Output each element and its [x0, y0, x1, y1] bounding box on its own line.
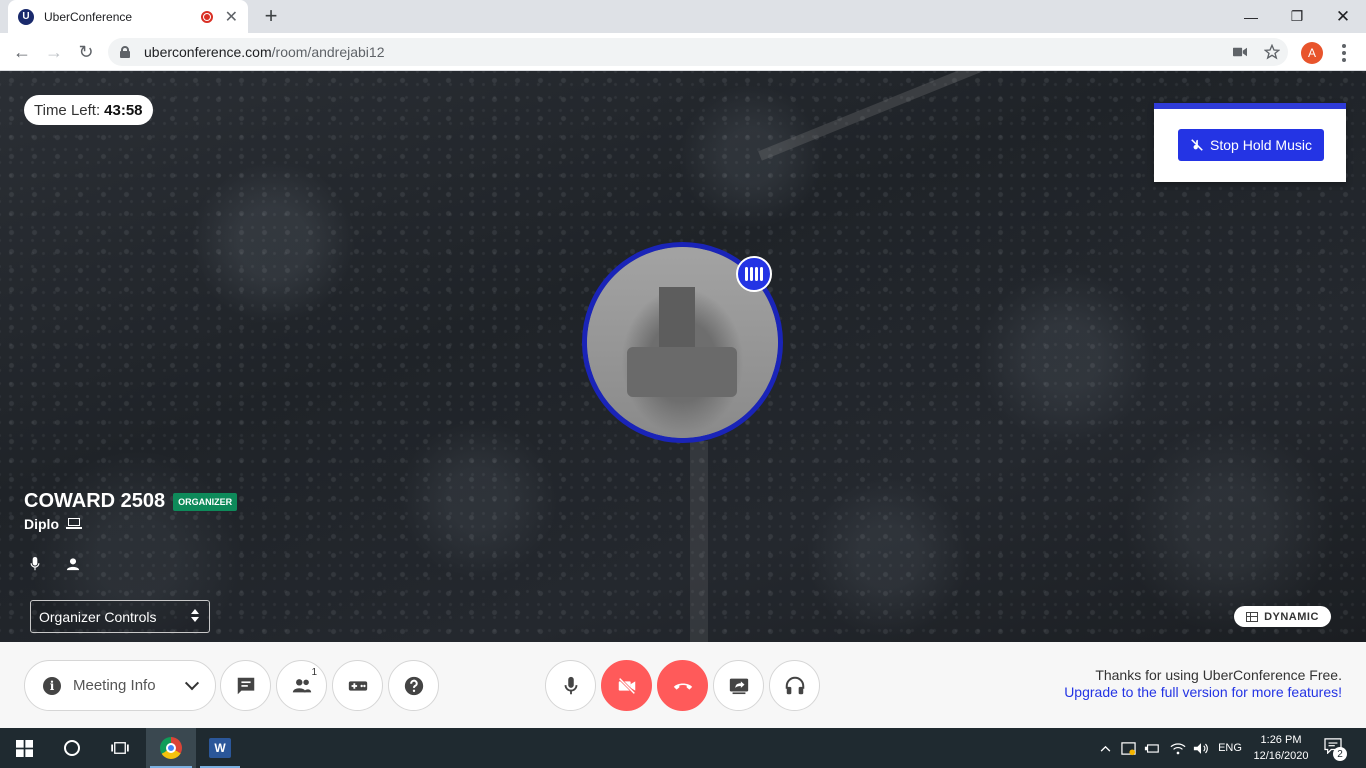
- chat-icon: [237, 677, 254, 694]
- meeting-info-button[interactable]: i Meeting Info: [24, 660, 216, 711]
- profile-avatar[interactable]: A: [1301, 42, 1323, 64]
- clock-time: 1:26 PM: [1260, 734, 1302, 746]
- security-tray-icon[interactable]: [1118, 728, 1138, 768]
- help-icon: [404, 676, 423, 695]
- back-button[interactable]: ←: [8, 38, 36, 66]
- minimize-window-button[interactable]: —: [1228, 0, 1274, 33]
- free-note-line: Thanks for using UberConference Free.: [1095, 667, 1342, 683]
- avatar-image-detail: [627, 347, 737, 397]
- uberconference-favicon-icon: U: [18, 8, 34, 25]
- chrome-taskbar-button[interactable]: [146, 728, 196, 768]
- hold-music-panel: Stop Hold Music: [1154, 103, 1346, 182]
- gamepad-icon: [348, 680, 367, 691]
- input-language-indicator[interactable]: ENG: [1214, 728, 1246, 768]
- url-path: /room/andrejabi12: [271, 44, 385, 60]
- conference-stage: Time Left: 43:58 Stop Hold Music COWARD …: [0, 71, 1366, 642]
- tab-close-icon[interactable]: ✕: [225, 7, 238, 27]
- chat-button[interactable]: [220, 660, 271, 711]
- hang-up-button[interactable]: [657, 660, 708, 711]
- info-icon: i: [43, 676, 61, 695]
- participants-count: 1: [311, 667, 317, 678]
- participants-button[interactable]: 1: [276, 660, 327, 711]
- music-off-icon: [1191, 139, 1203, 151]
- windows-start-icon[interactable]: [0, 728, 48, 768]
- participant-device-row: Diplo: [24, 516, 82, 532]
- volume-icon[interactable]: [1190, 728, 1212, 768]
- chevron-down-icon[interactable]: [179, 673, 205, 699]
- meeting-info-label: Meeting Info: [73, 677, 156, 694]
- grid-layout-icon: [1246, 611, 1259, 622]
- free-version-note: Thanks for using UberConference Free. Up…: [1064, 667, 1342, 701]
- organizer-controls-value: Organizer Controls: [39, 608, 157, 625]
- video-toggle-button[interactable]: [601, 660, 652, 711]
- time-left-indicator: Time Left: 43:58: [24, 95, 153, 125]
- restore-window-button[interactable]: ❐: [1274, 0, 1320, 33]
- speaking-indicator-icon: [736, 256, 772, 292]
- screen-share-button[interactable]: [713, 660, 764, 711]
- browser-tab-bar: U UberConference ✕ + — ❐ ✕: [0, 0, 1366, 33]
- participant-mic-icon[interactable]: [26, 555, 44, 573]
- recording-indicator-icon: [200, 10, 213, 23]
- word-icon: W: [209, 738, 231, 758]
- new-tab-button[interactable]: +: [258, 3, 284, 29]
- screen-share-icon: [729, 678, 748, 694]
- clock-date: 12/16/2020: [1253, 750, 1309, 762]
- notification-count-badge: 2: [1333, 747, 1347, 761]
- system-clock[interactable]: 1:26 PM 12/16/2020: [1246, 732, 1316, 764]
- wifi-icon[interactable]: [1168, 728, 1188, 768]
- bookmark-star-icon[interactable]: [1262, 42, 1282, 62]
- organizer-badge: ORGANIZER: [173, 492, 238, 511]
- reload-button[interactable]: ↻: [72, 38, 100, 66]
- mute-button[interactable]: [545, 660, 596, 711]
- browser-toolbar: ← → ↻ uberconference.com/room/andrejabi1…: [0, 33, 1366, 71]
- help-button[interactable]: [388, 660, 439, 711]
- time-left-value: 43:58: [104, 101, 143, 119]
- phone-hang-up-icon: [673, 682, 692, 690]
- windows-taskbar: W ENG 1:26 PM 12/16/2020 2: [0, 728, 1366, 768]
- forward-button[interactable]: →: [40, 38, 68, 66]
- url-host: uberconference.com: [144, 44, 272, 60]
- stop-hold-music-label: Stop Hold Music: [1210, 137, 1312, 153]
- tab-title: UberConference: [44, 9, 133, 24]
- microphone-icon: [564, 676, 577, 694]
- background-road: [690, 441, 708, 642]
- show-hidden-icons-chevron-icon[interactable]: [1096, 728, 1114, 768]
- laptop-icon: [66, 518, 82, 530]
- participant-person-icon[interactable]: [64, 555, 82, 573]
- video-off-icon: [617, 676, 636, 695]
- audio-settings-button[interactable]: [769, 660, 820, 711]
- task-view-icon[interactable]: [96, 728, 144, 768]
- games-button[interactable]: [332, 660, 383, 711]
- call-controls-bar: i Meeting Info 1 Thanks for using UberCo…: [0, 642, 1366, 728]
- chrome-icon: [160, 737, 182, 759]
- close-window-button[interactable]: ✕: [1320, 0, 1366, 33]
- cortana-icon[interactable]: [48, 728, 96, 768]
- lock-icon: [120, 46, 130, 58]
- language-label: ENG: [1218, 742, 1242, 754]
- headphones-icon: [785, 676, 804, 694]
- battery-icon[interactable]: [1142, 728, 1162, 768]
- view-mode-toggle[interactable]: DYNAMIC: [1234, 606, 1331, 627]
- participant-device-name: Diplo: [24, 516, 59, 532]
- upgrade-link[interactable]: Upgrade to the full version for more fea…: [1064, 684, 1342, 701]
- organizer-controls-select[interactable]: Organizer Controls: [30, 600, 210, 633]
- select-arrows-icon: [191, 609, 199, 622]
- people-icon: [292, 678, 311, 692]
- participant-name: COWARD 2508: [24, 490, 166, 512]
- camera-in-use-icon[interactable]: [1230, 42, 1250, 62]
- url-text[interactable]: uberconference.com/room/andrejabi12: [144, 44, 385, 60]
- browser-tab[interactable]: U UberConference ✕: [8, 0, 248, 33]
- time-left-label: Time Left:: [34, 101, 101, 119]
- view-mode-label: DYNAMIC: [1264, 610, 1319, 623]
- participant-name-row: COWARD 2508 ORGANIZER: [24, 490, 238, 513]
- browser-menu-icon[interactable]: [1334, 41, 1354, 65]
- address-bar[interactable]: uberconference.com/room/andrejabi12: [108, 38, 1288, 66]
- word-taskbar-button[interactable]: W: [196, 728, 244, 768]
- stop-hold-music-button[interactable]: Stop Hold Music: [1178, 129, 1324, 161]
